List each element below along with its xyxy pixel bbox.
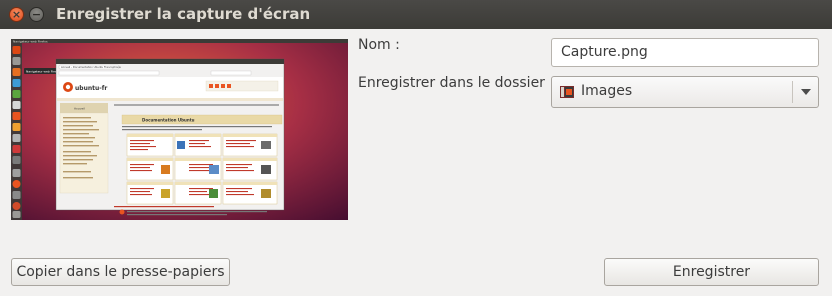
preview-category-grid [126,133,278,205]
save-button[interactable]: Enregistrer [604,258,819,286]
filename-input[interactable]: Capture.png [551,38,819,67]
close-window-button[interactable]: × [9,7,24,22]
combo-separator [792,81,793,103]
preview-top-bar-text: Navigateur web Firefox [13,39,48,43]
window-titlebar: × − Enregistrer la capture d'écran [0,0,832,29]
screenshot-thumbnail-image: Navigateur web Firefox Navigateur web Fi… [11,39,348,220]
chevron-down-icon[interactable] [801,89,811,95]
preview-site-logo: ubuntu-fr [75,85,107,92]
folder-select[interactable]: Images [551,76,819,108]
copy-to-clipboard-button[interactable]: Copier dans le presse-papiers [11,258,230,286]
screenshot-preview: Navigateur web Firefox Navigateur web Fi… [11,39,348,220]
window-title: Enregistrer la capture d'écran [56,5,311,23]
name-label: Nom : [358,37,400,53]
minimize-window-button[interactable]: − [29,7,44,22]
folder-label: Enregistrer dans le dossier : [358,75,555,91]
preview-sidebar-heading: Accueil [74,107,85,111]
preview-browser-tab: Accueil - Documentation Ubuntu Francopho… [61,65,121,69]
preview-tooltip: Navigateur web Firefox [26,70,61,74]
preview-doc-title: Documentation Ubuntu [142,118,195,123]
folder-icon [560,86,574,98]
folder-select-value: Images [581,83,633,99]
